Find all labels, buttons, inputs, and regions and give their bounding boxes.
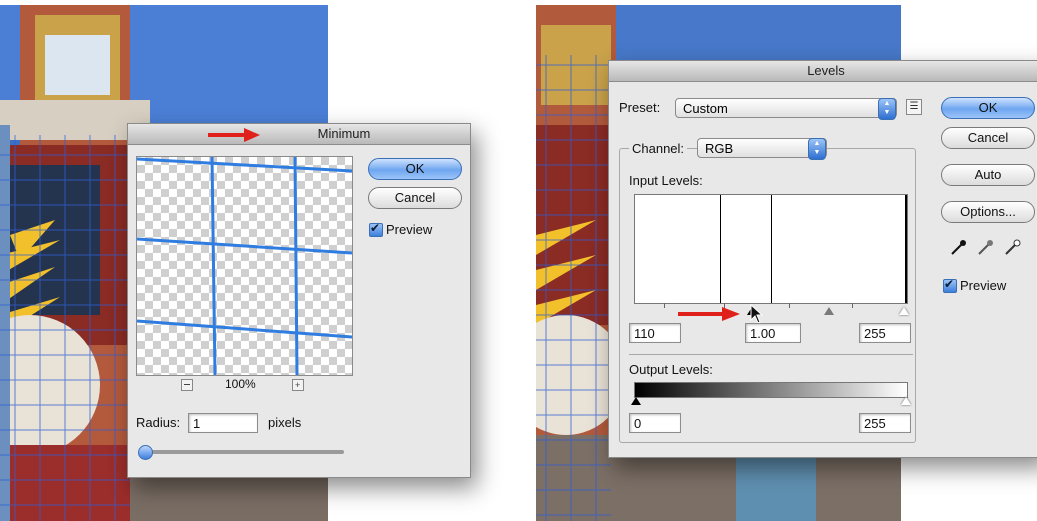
output-white-handle[interactable] xyxy=(901,397,911,405)
mouse-cursor-icon xyxy=(750,304,764,324)
levels-options-button[interactable]: Options... xyxy=(941,201,1035,223)
minimum-title-bar[interactable]: Minimum xyxy=(128,124,470,145)
minimum-preview-checkbox[interactable] xyxy=(369,221,383,237)
minimum-ok-button[interactable]: OK xyxy=(368,158,462,180)
output-white-field[interactable]: 255 xyxy=(859,413,911,433)
histogram xyxy=(634,194,908,304)
input-black-field[interactable]: 110 xyxy=(629,323,681,343)
radius-slider[interactable] xyxy=(138,445,344,460)
red-arrow-icon xyxy=(678,307,740,321)
levels-cancel-button[interactable]: Cancel xyxy=(941,127,1035,149)
levels-title-bar[interactable]: Levels xyxy=(609,61,1037,82)
levels-preview-checkbox[interactable] xyxy=(943,277,957,293)
levels-preview-label: Preview xyxy=(960,278,1007,293)
levels-ok-button[interactable]: OK xyxy=(941,97,1035,119)
radius-label: Radius: xyxy=(136,415,181,430)
preset-options-icon[interactable]: ☰ xyxy=(906,99,922,115)
preset-select[interactable]: Custom ▲ ▼ xyxy=(675,98,897,120)
radius-slider-thumb[interactable] xyxy=(138,445,153,460)
minimum-dialog: Minimum 100% + Radius: 1 pixels OK Cance… xyxy=(127,123,471,478)
black-eyedropper-icon[interactable] xyxy=(949,239,967,257)
minimum-preview-label: Preview xyxy=(386,222,433,237)
red-arrow-icon xyxy=(208,128,260,142)
minimum-cancel-button[interactable]: Cancel xyxy=(368,187,462,209)
preset-stepper-icon: ▲ ▼ xyxy=(878,98,896,120)
gamma-slider-handle[interactable] xyxy=(824,307,834,315)
minimum-dialog-title: Minimum xyxy=(317,126,371,141)
radius-unit-label: pixels xyxy=(268,415,302,430)
zoom-percent: 100% xyxy=(225,377,256,391)
gray-eyedropper-icon[interactable] xyxy=(976,239,994,257)
output-gradient xyxy=(634,382,908,398)
channel-stepper-icon: ▲ ▼ xyxy=(808,138,826,160)
preview-grid-lines xyxy=(137,157,352,375)
zoom-in-icon: + xyxy=(295,380,301,390)
output-black-handle[interactable] xyxy=(631,397,641,405)
slider-tick xyxy=(789,303,790,308)
slider-tick xyxy=(852,303,853,308)
zoom-in-button[interactable]: + xyxy=(292,379,304,391)
histogram-bar xyxy=(771,195,772,303)
zoom-out-button[interactable] xyxy=(181,379,193,391)
slider-tick xyxy=(664,303,665,308)
input-gamma-field[interactable]: 1.00 xyxy=(745,323,801,343)
channel-value: RGB xyxy=(705,141,734,156)
white-point-slider-handle[interactable] xyxy=(899,307,909,315)
filter-preview-area[interactable] xyxy=(136,156,353,376)
levels-divider xyxy=(629,354,913,355)
channel-select[interactable]: RGB ▲ ▼ xyxy=(697,138,827,160)
preset-label: Preset: xyxy=(619,100,661,115)
input-levels-label: Input Levels: xyxy=(629,173,703,188)
radius-input[interactable]: 1 xyxy=(188,413,258,433)
levels-auto-button[interactable]: Auto xyxy=(941,164,1035,186)
zoom-out-icon xyxy=(184,384,190,385)
levels-dialog: Levels Preset: Custom ▲ ▼ ☰ Channel: RGB … xyxy=(608,60,1037,458)
white-eyedropper-icon[interactable] xyxy=(1003,239,1021,257)
levels-dialog-title: Levels xyxy=(807,63,845,78)
histogram-bar xyxy=(905,195,907,303)
channel-label: Channel: xyxy=(629,141,688,156)
histogram-bar xyxy=(720,195,721,303)
output-black-field[interactable]: 0 xyxy=(629,413,681,433)
preset-value: Custom xyxy=(683,101,728,116)
input-white-field[interactable]: 255 xyxy=(859,323,911,343)
output-levels-label: Output Levels: xyxy=(629,362,713,377)
